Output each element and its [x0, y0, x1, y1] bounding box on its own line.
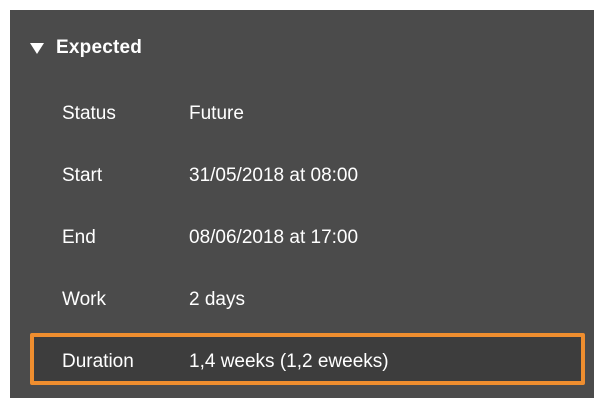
duration-row: Duration 1,4 weeks (1,2 eweeks) [10, 342, 594, 382]
start-value: 31/05/2018 at 08:00 [189, 165, 359, 186]
status-label: Status [62, 103, 116, 124]
status-value: Future [189, 103, 244, 124]
expected-section-toggle[interactable]: Expected [30, 30, 142, 66]
end-row: End 08/06/2018 at 17:00 [10, 218, 594, 258]
work-value: 2 days [189, 289, 245, 310]
start-row: Start 31/05/2018 at 08:00 [10, 156, 594, 196]
section-title: Expected [56, 37, 143, 58]
work-row: Work 2 days [10, 280, 594, 320]
work-label: Work [62, 289, 106, 310]
duration-label: Duration [62, 351, 134, 372]
status-row: Status Future [10, 94, 594, 134]
end-label: End [62, 227, 96, 248]
end-value: 08/06/2018 at 17:00 [189, 227, 359, 248]
start-label: Start [62, 165, 103, 186]
disclosure-triangle-down-icon[interactable] [30, 42, 44, 54]
expected-inspector-panel: Expected Status Future Start 31/05/2018 … [10, 10, 594, 398]
duration-value: 1,4 weeks (1,2 eweeks) [189, 351, 389, 372]
